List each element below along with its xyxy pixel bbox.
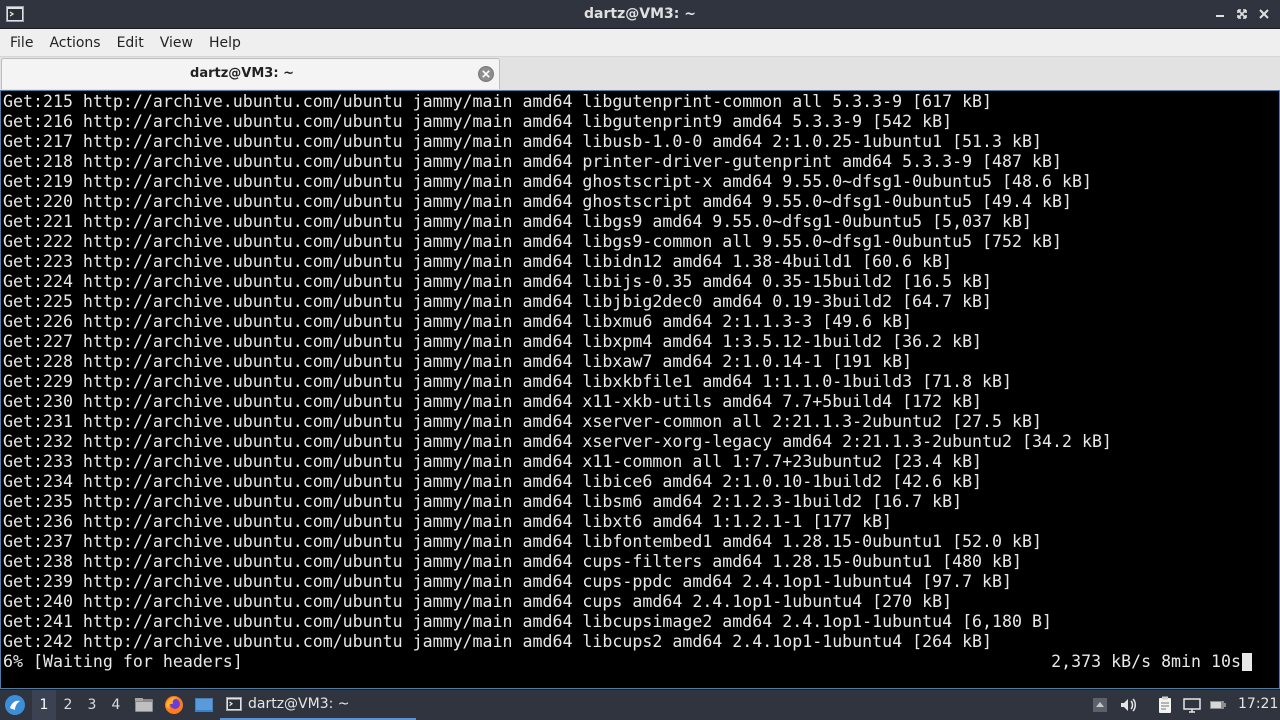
minimize-button[interactable] [1212, 5, 1228, 23]
close-button[interactable] [1256, 5, 1272, 23]
terminal-tab[interactable]: dartz@VM3: ~ [1, 58, 500, 89]
minimize-icon [1216, 15, 1224, 17]
terminal-line: 6% [Waiting for headers] [3, 652, 243, 671]
terminal-line: Get:223 http://archive.ubuntu.com/ubuntu… [3, 252, 953, 271]
terminal-line: Get:230 http://archive.ubuntu.com/ubuntu… [3, 392, 983, 411]
workspace-4[interactable]: 4 [104, 690, 128, 720]
window-titlebar[interactable]: dartz@VM3: ~ [0, 0, 1280, 29]
terminal-line: Get:234 http://archive.ubuntu.com/ubuntu… [3, 472, 983, 491]
terminal-line: Get:221 http://archive.ubuntu.com/ubuntu… [3, 212, 1032, 231]
terminal-line: Get:219 http://archive.ubuntu.com/ubuntu… [3, 172, 1092, 191]
clipboard-icon[interactable] [1155, 695, 1175, 715]
download-progress-status: 2,373 kB/s 8min 10s [1051, 652, 1241, 671]
terminal-line: Get:242 http://archive.ubuntu.com/ubuntu… [3, 632, 993, 651]
tray-scroll-icon[interactable] [1090, 695, 1110, 715]
terminal-task-icon [226, 697, 242, 711]
terminal-cursor [1242, 653, 1252, 671]
clock: 17:21 [1238, 696, 1279, 712]
taskbar: 1 2 3 4 dartz@VM3: ~ 17:21 [0, 689, 1280, 720]
menu-view[interactable]: View [152, 29, 201, 57]
workspace-3[interactable]: 3 [80, 690, 104, 720]
terminal-line: Get:229 http://archive.ubuntu.com/ubuntu… [3, 372, 1013, 391]
menu-actions[interactable]: Actions [41, 29, 108, 57]
terminal-line: Get:218 http://archive.ubuntu.com/ubuntu… [3, 152, 1062, 171]
network-icon[interactable] [1182, 695, 1202, 715]
terminal-line: Get:235 http://archive.ubuntu.com/ubuntu… [3, 492, 963, 511]
window-title: dartz@VM3: ~ [584, 6, 696, 22]
desktop-icon[interactable] [194, 695, 214, 715]
terminal-line: Get:231 http://archive.ubuntu.com/ubuntu… [3, 412, 1042, 431]
terminal-line: Get:240 http://archive.ubuntu.com/ubuntu… [3, 592, 953, 611]
terminal-line: Get:236 http://archive.ubuntu.com/ubuntu… [3, 512, 893, 531]
terminal-line: Get:238 http://archive.ubuntu.com/ubuntu… [3, 552, 1023, 571]
terminal-line: Get:215 http://archive.ubuntu.com/ubuntu… [3, 92, 993, 111]
close-icon [1259, 9, 1269, 19]
firefox-icon[interactable] [164, 695, 184, 715]
task-label: dartz@VM3: ~ [248, 696, 350, 712]
power-icon[interactable] [1208, 695, 1228, 715]
taskbar-task-terminal[interactable]: dartz@VM3: ~ [220, 690, 416, 720]
terminal-line: Get:232 http://archive.ubuntu.com/ubuntu… [3, 432, 1112, 451]
terminal-line: Get:225 http://archive.ubuntu.com/ubuntu… [3, 292, 993, 311]
workspace-2[interactable]: 2 [56, 690, 80, 720]
terminal-line: Get:227 http://archive.ubuntu.com/ubuntu… [3, 332, 983, 351]
terminal-line: Get:237 http://archive.ubuntu.com/ubuntu… [3, 532, 1042, 551]
start-menu-icon[interactable] [4, 694, 26, 716]
menu-edit[interactable]: Edit [109, 29, 152, 57]
terminal-line: Get:228 http://archive.ubuntu.com/ubuntu… [3, 352, 913, 371]
file-manager-icon[interactable] [134, 695, 154, 715]
tab-bar: dartz@VM3: ~ [0, 57, 1280, 90]
menu-file[interactable]: File [2, 29, 41, 57]
menu-help[interactable]: Help [201, 29, 249, 57]
terminal-line: Get:217 http://archive.ubuntu.com/ubuntu… [3, 132, 1042, 151]
terminal-line: Get:222 http://archive.ubuntu.com/ubuntu… [3, 232, 1062, 251]
terminal-line: Get:233 http://archive.ubuntu.com/ubuntu… [3, 452, 983, 471]
terminal-line: Get:226 http://archive.ubuntu.com/ubuntu… [3, 312, 913, 331]
volume-icon[interactable] [1118, 695, 1138, 715]
terminal-line: Get:239 http://archive.ubuntu.com/ubuntu… [3, 572, 1013, 591]
terminal-line: Get:224 http://archive.ubuntu.com/ubuntu… [3, 272, 993, 291]
terminal-output[interactable]: Get:215 http://archive.ubuntu.com/ubuntu… [0, 90, 1280, 689]
terminal-line: Get:216 http://archive.ubuntu.com/ubuntu… [3, 112, 953, 131]
maximize-icon [1237, 9, 1247, 19]
tab-close-icon[interactable] [477, 65, 495, 83]
maximize-button[interactable] [1234, 5, 1250, 23]
tab-label: dartz@VM3: ~ [190, 66, 294, 81]
terminal-lines: Get:215 http://archive.ubuntu.com/ubuntu… [3, 92, 1112, 672]
menu-bar: File Actions Edit View Help [0, 29, 1280, 57]
terminal-line: Get:220 http://archive.ubuntu.com/ubuntu… [3, 192, 1072, 211]
terminal-line: Get:241 http://archive.ubuntu.com/ubuntu… [3, 612, 1052, 631]
workspace-1[interactable]: 1 [32, 690, 56, 720]
